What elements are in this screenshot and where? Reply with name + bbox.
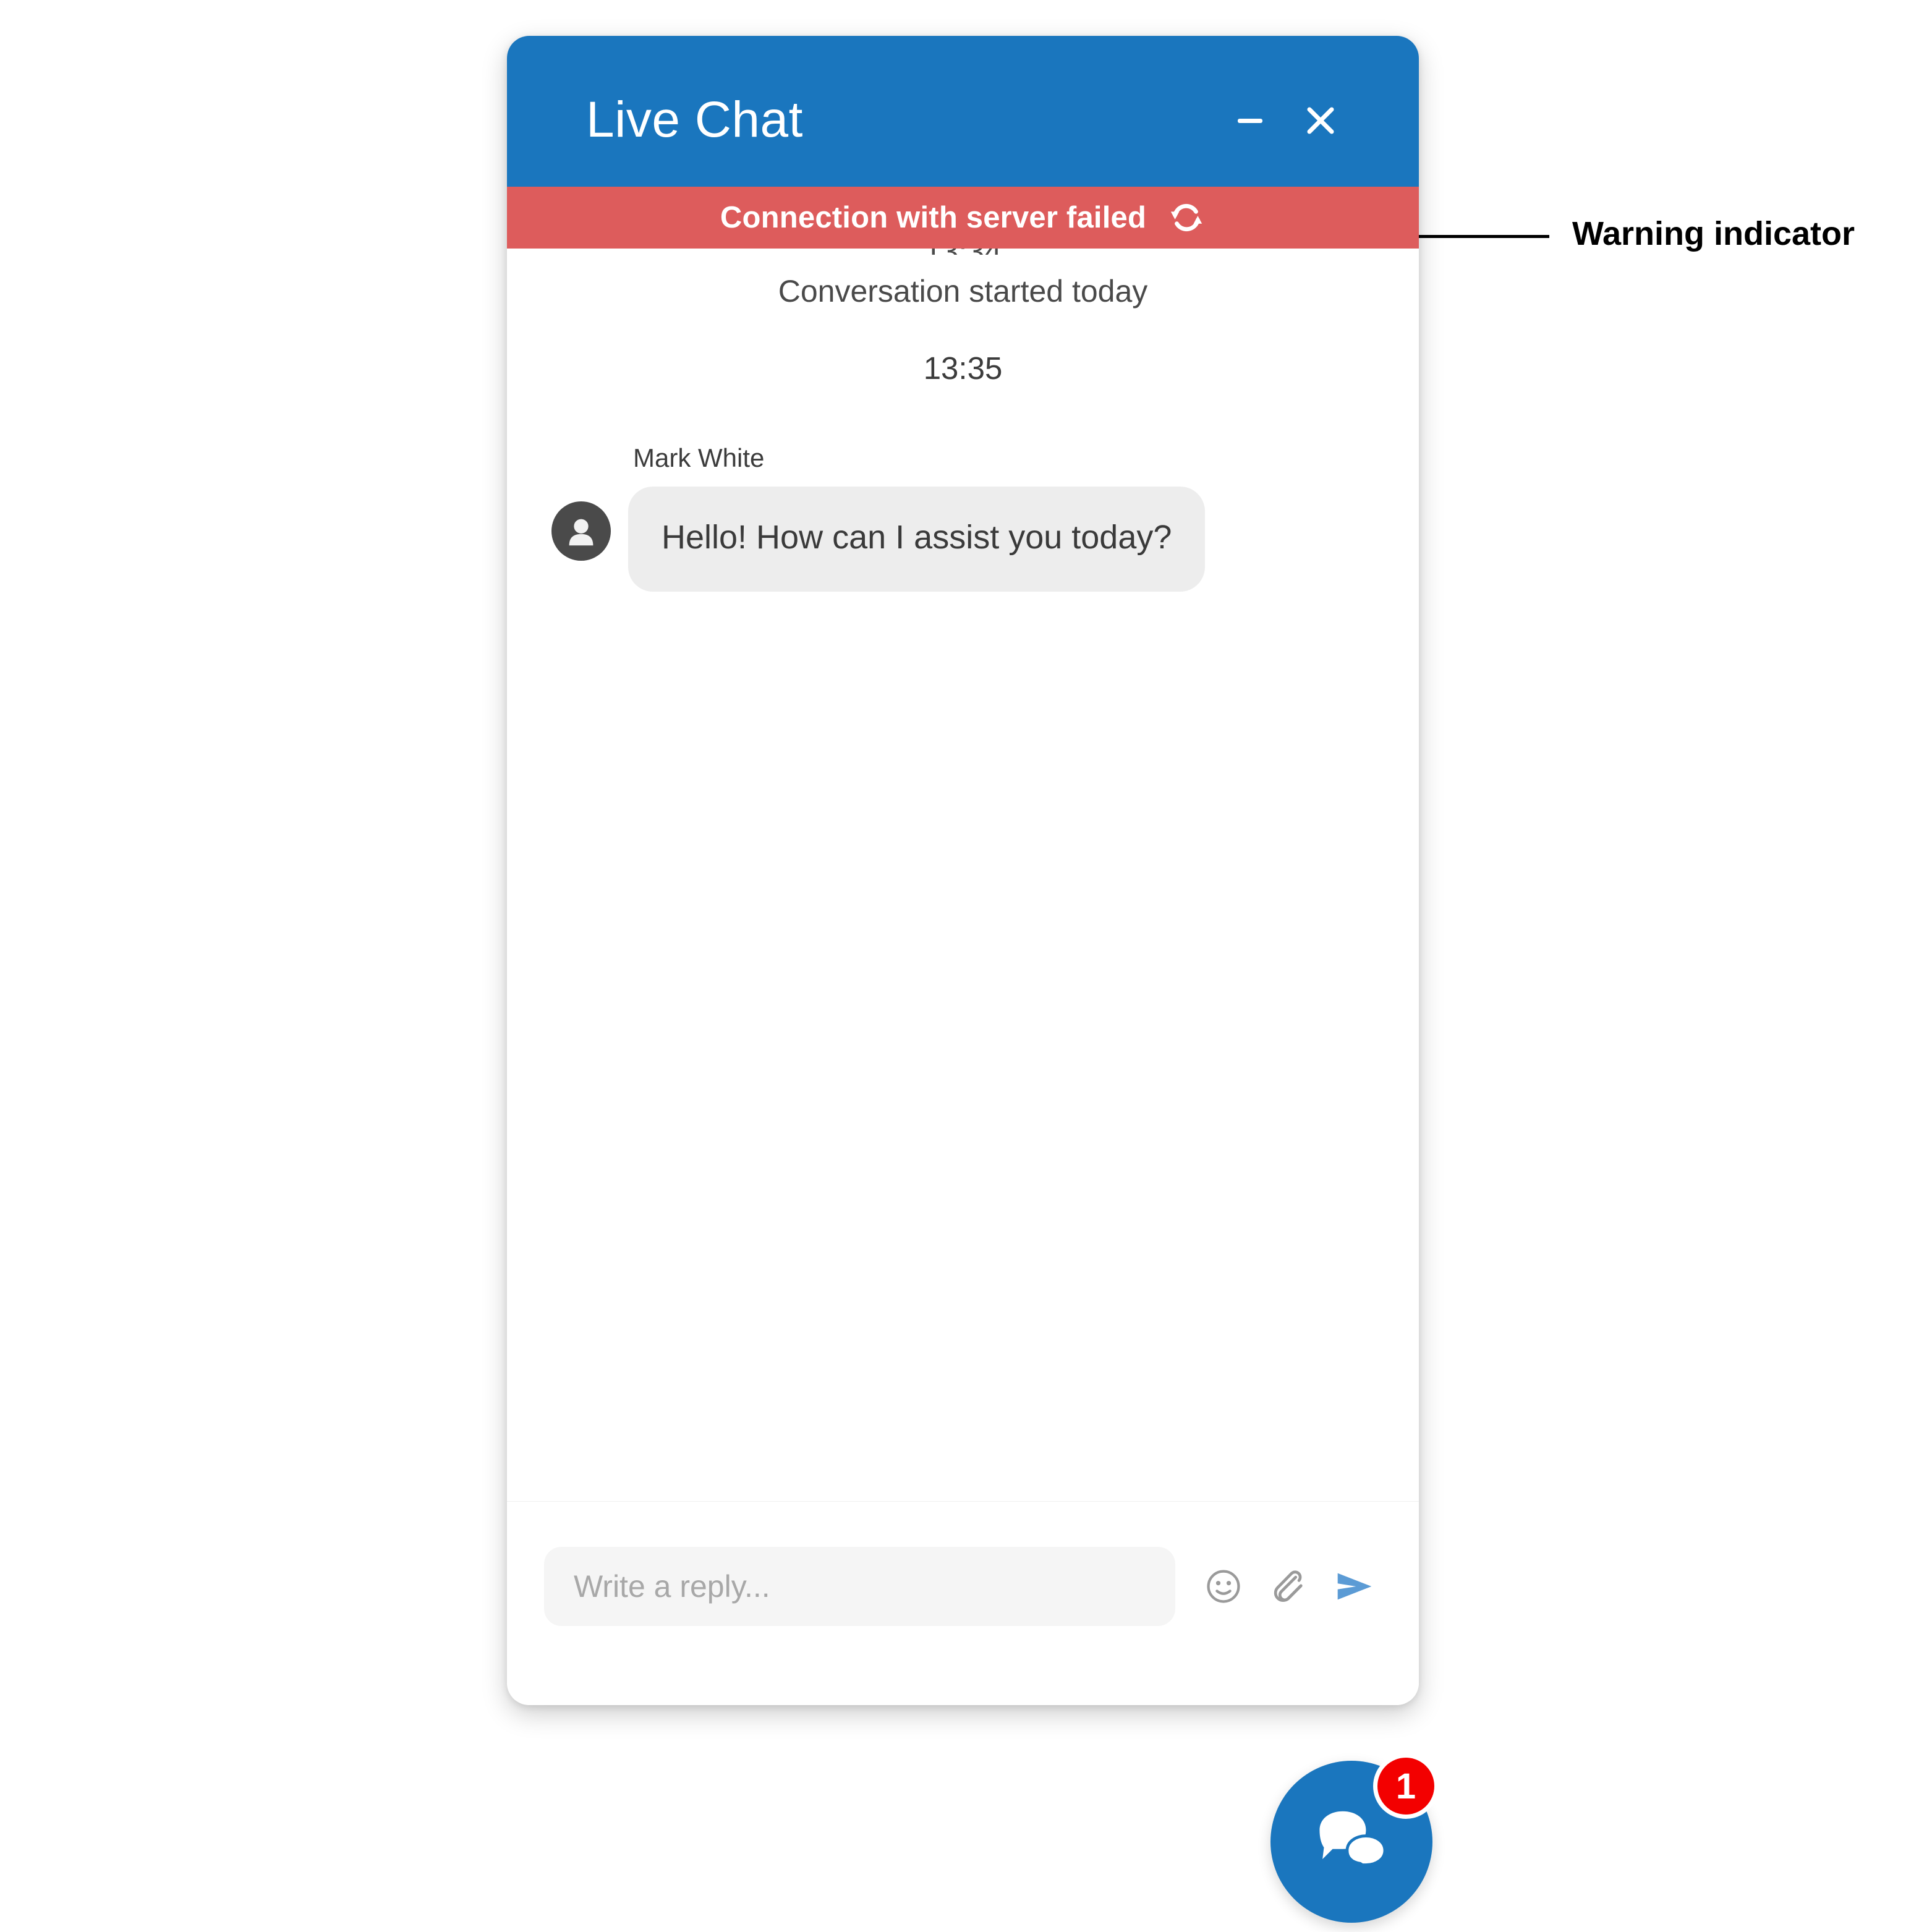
warning-message-text: Connection with server failed	[720, 201, 1147, 234]
emoji-smiley-icon	[1207, 1569, 1240, 1603]
close-button[interactable]	[1299, 99, 1342, 142]
send-arrow-icon	[1337, 1573, 1372, 1599]
message-sender-name: Mark White	[633, 443, 765, 472]
send-button[interactable]	[1331, 1563, 1378, 1610]
emoji-button[interactable]	[1202, 1565, 1245, 1607]
composer-actions	[1202, 1563, 1382, 1610]
clipped-timestamp: 13:34	[507, 249, 1419, 255]
minimize-icon	[1238, 119, 1262, 123]
message-list: 13:34 Conversation started today 13:35 M…	[507, 249, 1419, 1501]
list-item: Mark White Hello! How can I assist you t…	[507, 443, 1419, 592]
annotation-leader-line	[1417, 235, 1549, 238]
message-body: Hello! How can I assist you today?	[551, 487, 1345, 592]
message-composer	[507, 1501, 1419, 1705]
titlebar-controls	[1228, 99, 1382, 142]
paperclip-icon	[1274, 1570, 1303, 1602]
retry-button[interactable]	[1167, 198, 1206, 237]
chat-launcher-button[interactable]: 1	[1270, 1753, 1439, 1923]
unread-count-badge: 1	[1373, 1753, 1439, 1819]
chat-title-bar: Live Chat	[507, 36, 1419, 187]
annotation-label: Warning indicator	[1572, 215, 1855, 252]
page-title: Live Chat	[586, 91, 803, 148]
message-bubble: Hello! How can I assist you today?	[628, 487, 1206, 592]
live-chat-widget: Live Chat Connection with server failed	[507, 36, 1419, 1705]
user-avatar-icon	[569, 519, 594, 546]
conversation-started-divider: Conversation started today	[778, 274, 1148, 309]
avatar	[551, 501, 611, 561]
close-icon	[1307, 107, 1334, 134]
reply-input[interactable]	[544, 1546, 1175, 1626]
attach-button[interactable]	[1267, 1565, 1309, 1607]
status-badge[interactable]: Connection with server failed	[507, 187, 1419, 249]
refresh-retry-icon	[1170, 203, 1202, 232]
minimize-button[interactable]	[1228, 99, 1272, 142]
message-timestamp: 13:35	[923, 351, 1003, 386]
